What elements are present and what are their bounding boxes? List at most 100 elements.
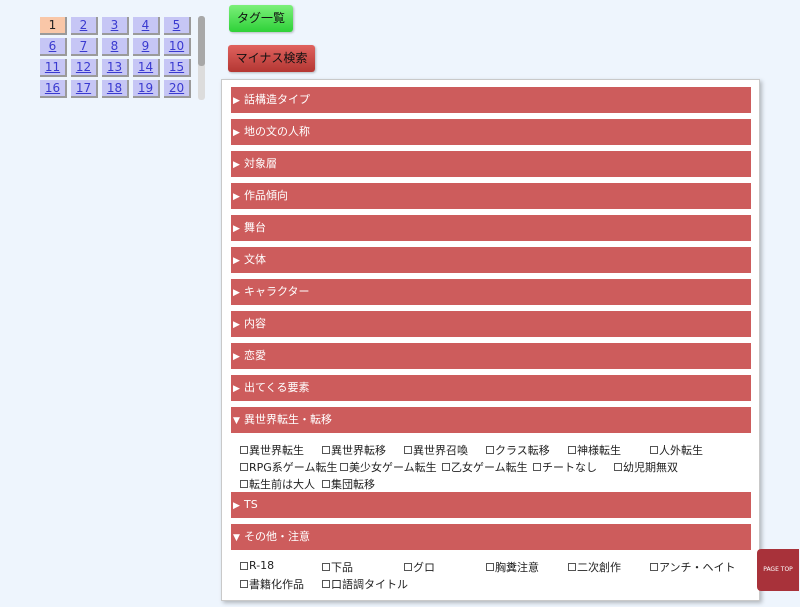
expand-arrow-icon: ▶ bbox=[233, 320, 240, 330]
tag-checkbox[interactable]: クラス転移 bbox=[486, 442, 550, 458]
checkbox-icon[interactable] bbox=[322, 580, 330, 588]
category-label: 出てくる要素 bbox=[244, 381, 310, 394]
category-label: 舞台 bbox=[244, 221, 266, 234]
category-label: キャラクター bbox=[244, 285, 310, 298]
checkbox-icon[interactable] bbox=[322, 480, 330, 488]
pagination-scrollbar-thumb[interactable] bbox=[198, 16, 205, 66]
pagination-scrollbar[interactable] bbox=[198, 16, 205, 100]
page-link-14[interactable]: 14 bbox=[133, 59, 160, 77]
page-link-2[interactable]: 2 bbox=[71, 17, 98, 35]
tag-checkbox[interactable]: 乙女ゲーム転生 bbox=[442, 459, 528, 475]
tag-checkbox[interactable]: R-18 bbox=[240, 559, 274, 572]
page-link-15[interactable]: 15 bbox=[164, 59, 191, 77]
checkbox-icon[interactable] bbox=[533, 463, 541, 471]
tag-checkbox[interactable]: 下品 bbox=[322, 559, 353, 575]
tag-checkbox[interactable]: RPG系ゲーム転生 bbox=[240, 459, 337, 475]
category-other-caution[interactable]: ▼ その他・注意 bbox=[231, 524, 751, 550]
category-label: 地の文の人称 bbox=[244, 125, 310, 138]
category-target-audience[interactable]: ▶ 対象層 bbox=[231, 151, 751, 177]
checkbox-icon[interactable] bbox=[650, 446, 658, 454]
checkbox-icon[interactable] bbox=[322, 563, 330, 571]
tag-checkbox[interactable]: アンチ・ヘイト bbox=[650, 559, 736, 575]
category-label: 文体 bbox=[244, 253, 266, 266]
page-link-12[interactable]: 12 bbox=[71, 59, 98, 77]
tag-search-panel: ▶ 話構造タイプ ▶ 地の文の人称 ▶ 対象層 ▶ 作品傾向 ▶ 舞台 ▶ 文体 ▶ キャラク… bbox=[221, 79, 760, 601]
page-link-20[interactable]: 20 bbox=[164, 80, 191, 98]
collapse-arrow-icon: ▼ bbox=[233, 533, 240, 543]
tag-list-button[interactable]: タグ一覧 bbox=[229, 5, 293, 32]
checkbox-icon[interactable] bbox=[404, 446, 412, 454]
expand-arrow-icon: ▶ bbox=[233, 501, 240, 511]
checkbox-icon[interactable] bbox=[486, 563, 494, 571]
tag-checkbox[interactable]: 口語調タイトル bbox=[322, 576, 408, 592]
category-isekai[interactable]: ▼ 異世界転生・転移 bbox=[231, 407, 751, 433]
checkbox-icon[interactable] bbox=[340, 463, 348, 471]
category-label: TS bbox=[244, 498, 258, 511]
category-label: その他・注意 bbox=[244, 530, 310, 543]
page-link-10[interactable]: 10 bbox=[164, 38, 191, 56]
category-content[interactable]: ▶ 内容 bbox=[231, 311, 751, 337]
checkbox-icon[interactable] bbox=[240, 580, 248, 588]
category-ts[interactable]: ▶ TS bbox=[231, 492, 751, 518]
category-label: 内容 bbox=[244, 317, 266, 330]
page-link-3[interactable]: 3 bbox=[102, 17, 129, 35]
expand-arrow-icon: ▶ bbox=[233, 256, 240, 266]
tag-checkbox[interactable]: グロ bbox=[404, 559, 435, 575]
page-link-19[interactable]: 19 bbox=[133, 80, 160, 98]
tag-checkbox[interactable]: 集団転移 bbox=[322, 476, 375, 492]
checkbox-icon[interactable] bbox=[240, 480, 248, 488]
page-link-7[interactable]: 7 bbox=[71, 38, 98, 56]
tag-checkbox[interactable]: 美少女ゲーム転生 bbox=[340, 459, 437, 475]
page-link-6[interactable]: 6 bbox=[40, 38, 67, 56]
category-romance[interactable]: ▶ 恋愛 bbox=[231, 343, 751, 369]
expand-arrow-icon: ▶ bbox=[233, 160, 240, 170]
checkbox-icon[interactable] bbox=[404, 563, 412, 571]
category-work-tendency[interactable]: ▶ 作品傾向 bbox=[231, 183, 751, 209]
tag-checkbox[interactable]: 神様転生 bbox=[568, 442, 621, 458]
page-link-16[interactable]: 16 bbox=[40, 80, 67, 98]
tag-checkbox[interactable]: 人外転生 bbox=[650, 442, 703, 458]
tag-checkbox[interactable]: 胸糞注意 bbox=[486, 559, 539, 575]
checkbox-icon[interactable] bbox=[240, 561, 248, 570]
tag-checkbox[interactable]: 異世界転生 bbox=[240, 442, 304, 458]
minus-search-button[interactable]: マイナス検索 bbox=[228, 45, 315, 72]
category-story-structure[interactable]: ▶ 話構造タイプ bbox=[231, 87, 751, 113]
tag-checkbox[interactable]: 二次創作 bbox=[568, 559, 621, 575]
checkbox-icon[interactable] bbox=[614, 463, 622, 471]
category-narrative-person[interactable]: ▶ 地の文の人称 bbox=[231, 119, 751, 145]
tag-checkbox[interactable]: 異世界転移 bbox=[322, 442, 386, 458]
checkbox-icon[interactable] bbox=[240, 463, 248, 471]
category-character[interactable]: ▶ キャラクター bbox=[231, 279, 751, 305]
expand-arrow-icon: ▶ bbox=[233, 128, 240, 138]
page-link-13[interactable]: 13 bbox=[102, 59, 129, 77]
tag-checkbox[interactable]: 異世界召喚 bbox=[404, 442, 468, 458]
page-link-5[interactable]: 5 bbox=[164, 17, 191, 35]
page-link-17[interactable]: 17 bbox=[71, 80, 98, 98]
tag-checkbox[interactable]: 幼児期無双 bbox=[614, 459, 678, 475]
checkbox-icon[interactable] bbox=[240, 446, 248, 454]
expand-arrow-icon: ▶ bbox=[233, 224, 240, 234]
category-writing-style[interactable]: ▶ 文体 bbox=[231, 247, 751, 273]
page-link-11[interactable]: 11 bbox=[40, 59, 67, 77]
checkbox-icon[interactable] bbox=[442, 463, 450, 471]
collapse-arrow-icon: ▼ bbox=[233, 416, 240, 426]
checkbox-icon[interactable] bbox=[568, 563, 576, 571]
page-top-button[interactable]: PAGE TOP bbox=[757, 549, 799, 591]
category-label: 作品傾向 bbox=[244, 189, 288, 202]
category-elements[interactable]: ▶ 出てくる要素 bbox=[231, 375, 751, 401]
page-link-18[interactable]: 18 bbox=[102, 80, 129, 98]
tag-checkbox[interactable]: 転生前は大人 bbox=[240, 476, 315, 492]
tag-checkbox[interactable]: 書籍化作品 bbox=[240, 576, 304, 592]
page-link-4[interactable]: 4 bbox=[133, 17, 160, 35]
expand-arrow-icon: ▶ bbox=[233, 288, 240, 298]
checkbox-icon[interactable] bbox=[486, 446, 494, 454]
checkbox-icon[interactable] bbox=[322, 446, 330, 454]
checkbox-icon[interactable] bbox=[568, 446, 576, 454]
tag-checkbox[interactable]: チートなし bbox=[533, 459, 597, 475]
category-label: 対象層 bbox=[244, 157, 277, 170]
page-link-8[interactable]: 8 bbox=[102, 38, 129, 56]
page-link-9[interactable]: 9 bbox=[133, 38, 160, 56]
expand-arrow-icon: ▶ bbox=[233, 96, 240, 106]
category-setting[interactable]: ▶ 舞台 bbox=[231, 215, 751, 241]
checkbox-icon[interactable] bbox=[650, 563, 658, 571]
